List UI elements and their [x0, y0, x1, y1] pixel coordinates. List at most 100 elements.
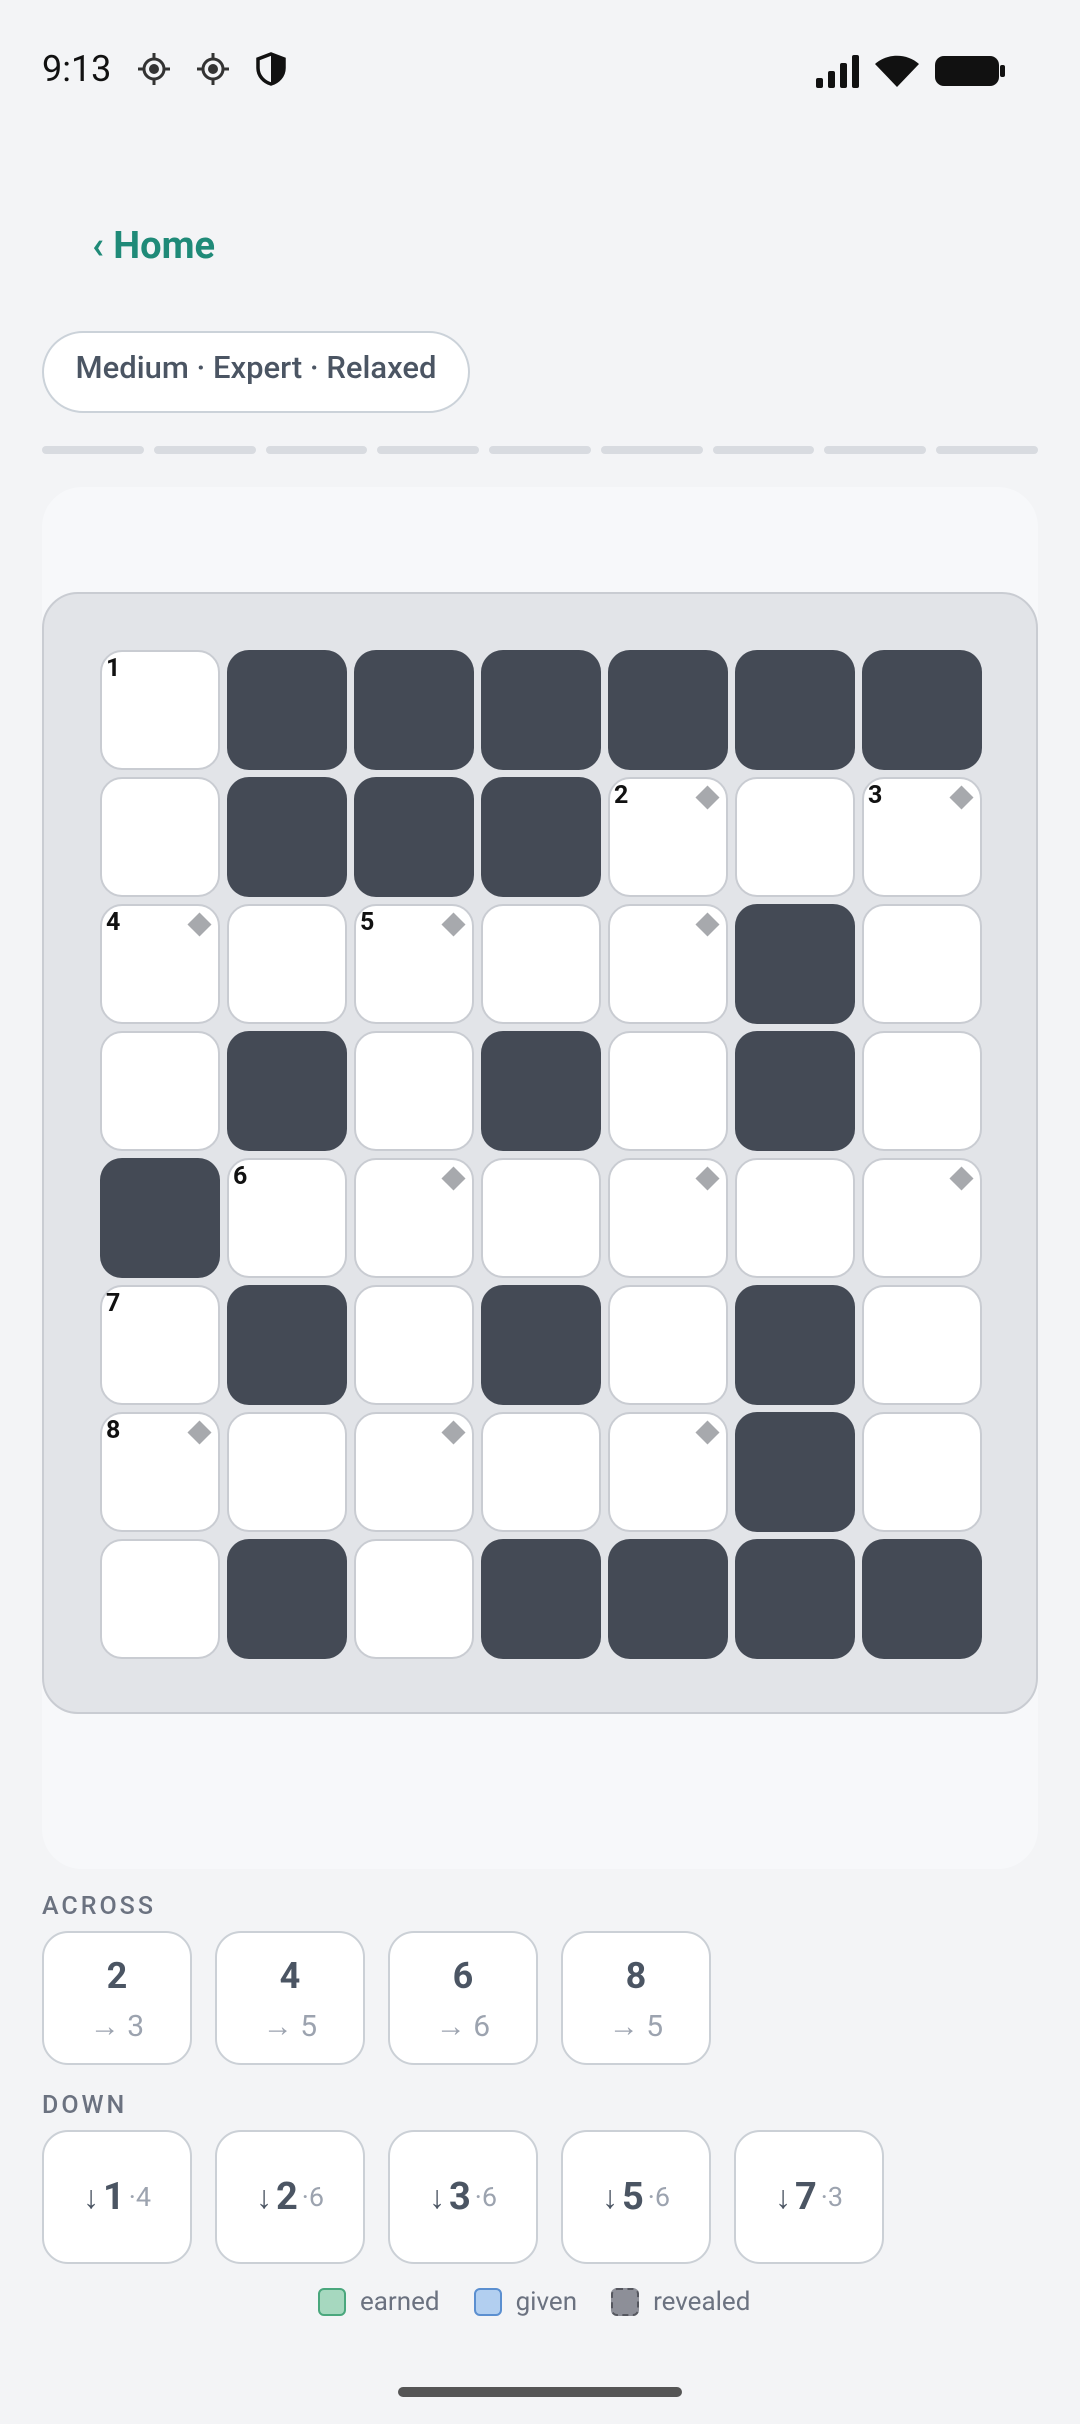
grid-cell[interactable]: [862, 1158, 982, 1278]
clue-number-label: 7: [794, 2175, 817, 2219]
down-clue-button[interactable]: ↓ 1·4: [42, 2130, 192, 2264]
grid-cell[interactable]: [354, 1285, 474, 1405]
grid-cell[interactable]: [862, 1412, 982, 1532]
grid-cell[interactable]: [862, 1285, 982, 1405]
grid-cell[interactable]: [354, 1031, 474, 1151]
progress-segment: [712, 446, 815, 454]
block-cell: [735, 1539, 855, 1659]
grid-cell[interactable]: 3: [862, 777, 982, 897]
clue-number-label: 8: [625, 1955, 647, 1997]
diamond-marker-icon: [441, 1166, 466, 1191]
block-cell: [100, 1158, 220, 1278]
diamond-marker-icon: [695, 785, 720, 810]
grid-cell[interactable]: [608, 1285, 728, 1405]
grid-cell[interactable]: [354, 1412, 474, 1532]
block-cell: [354, 650, 474, 770]
home-indicator[interactable]: [398, 2387, 682, 2397]
clue-number: 3: [868, 781, 883, 810]
grid-cell[interactable]: [608, 1031, 728, 1151]
grid-cell[interactable]: 4: [100, 904, 220, 1024]
diamond-marker-icon: [949, 785, 974, 810]
home-back-link[interactable]: ‹ Home: [92, 224, 215, 268]
across-clue-button[interactable]: 4 → 5: [215, 1931, 365, 2065]
clue-number: 8: [106, 1416, 121, 1445]
clue-length-label: ·3: [820, 2181, 844, 2213]
grid-cell[interactable]: 1: [100, 650, 220, 770]
block-cell: [227, 777, 347, 897]
diamond-marker-icon: [441, 912, 466, 937]
mode-pill[interactable]: Medium · Expert · Relaxed: [42, 331, 470, 413]
grid-cell[interactable]: [481, 1158, 601, 1278]
legend-revealed: revealed: [611, 2287, 750, 2317]
grid-cell[interactable]: 6: [227, 1158, 347, 1278]
across-label: ACROSS: [42, 1892, 156, 1921]
progress-segment: [153, 446, 256, 454]
block-cell: [481, 650, 601, 770]
grid-cell[interactable]: [735, 1158, 855, 1278]
grid-cell[interactable]: [100, 1539, 220, 1659]
grid-cell[interactable]: [481, 904, 601, 1024]
progress-segment: [936, 446, 1039, 454]
progress-segment: [489, 446, 591, 454]
grid-cell[interactable]: [227, 904, 347, 1024]
gps-icon: [197, 53, 229, 85]
block-cell: [735, 1285, 855, 1405]
block-cell: [735, 1412, 855, 1532]
block-cell: [862, 1539, 982, 1659]
clue-number-label: 6: [452, 1955, 474, 1997]
across-clue-button[interactable]: 2 → 3: [42, 1931, 192, 2065]
clue-number-label: 1: [102, 2175, 125, 2219]
grid-cell[interactable]: [608, 1158, 728, 1278]
diamond-marker-icon: [695, 1166, 720, 1191]
status-bar: 9:13: [0, 0, 1080, 140]
wifi-icon: [875, 55, 919, 87]
grid-cell[interactable]: [227, 1412, 347, 1532]
down-clue-button[interactable]: ↓ 2·6: [215, 2130, 365, 2264]
legend-revealed-label: revealed: [653, 2287, 751, 2317]
earned-swatch: [318, 2288, 346, 2316]
battery-icon: [935, 56, 1005, 86]
clue-length-label: ·6: [647, 2181, 671, 2213]
block-cell: [227, 1539, 347, 1659]
crossword-grid: 1 2 3 4 5 6 7 8: [42, 592, 1038, 1714]
grid-cell[interactable]: [481, 1412, 601, 1532]
clue-length-label: → 3: [89, 2009, 145, 2044]
down-clue-button[interactable]: ↓ 5·6: [561, 2130, 711, 2264]
down-clue-button[interactable]: ↓ 7·3: [734, 2130, 884, 2264]
legend-earned-label: earned: [360, 2287, 440, 2317]
legend-earned: earned: [318, 2287, 440, 2317]
diamond-marker-icon: [695, 1420, 720, 1445]
clue-number: 7: [106, 1289, 121, 1318]
grid-cell[interactable]: [862, 904, 982, 1024]
clue-length-label: → 6: [435, 2009, 491, 2044]
grid-cell[interactable]: [354, 1158, 474, 1278]
grid-cell[interactable]: [608, 904, 728, 1024]
grid-cell[interactable]: [100, 777, 220, 897]
block-cell: [862, 650, 982, 770]
diamond-marker-icon: [441, 1420, 466, 1445]
clue-number: 4: [106, 908, 121, 937]
clue-number-label: 2: [275, 2175, 298, 2219]
block-cell: [227, 1031, 347, 1151]
clue-number: 1: [106, 654, 121, 683]
grid-cell[interactable]: 2: [608, 777, 728, 897]
across-clue-button[interactable]: 8 → 5: [561, 1931, 711, 2065]
down-arrow-icon: ↓: [601, 2178, 618, 2216]
grid-cell[interactable]: [608, 1412, 728, 1532]
grid-cell[interactable]: [735, 777, 855, 897]
block-cell: [481, 1031, 601, 1151]
grid-cell[interactable]: [100, 1031, 220, 1151]
across-clue-button[interactable]: 6 → 6: [388, 1931, 538, 2065]
diamond-marker-icon: [187, 912, 212, 937]
grid-cell[interactable]: 8: [100, 1412, 220, 1532]
grid-cell[interactable]: 5: [354, 904, 474, 1024]
grid-cell[interactable]: [354, 1539, 474, 1659]
diamond-marker-icon: [949, 1166, 974, 1191]
grid-cell[interactable]: [862, 1031, 982, 1151]
grid-cell[interactable]: 7: [100, 1285, 220, 1405]
down-clue-button[interactable]: ↓ 3·6: [388, 2130, 538, 2264]
legend-given: given: [473, 2287, 577, 2317]
clue-number: 5: [360, 908, 375, 937]
block-cell: [481, 777, 601, 897]
down-arrow-icon: ↓: [428, 2178, 445, 2216]
